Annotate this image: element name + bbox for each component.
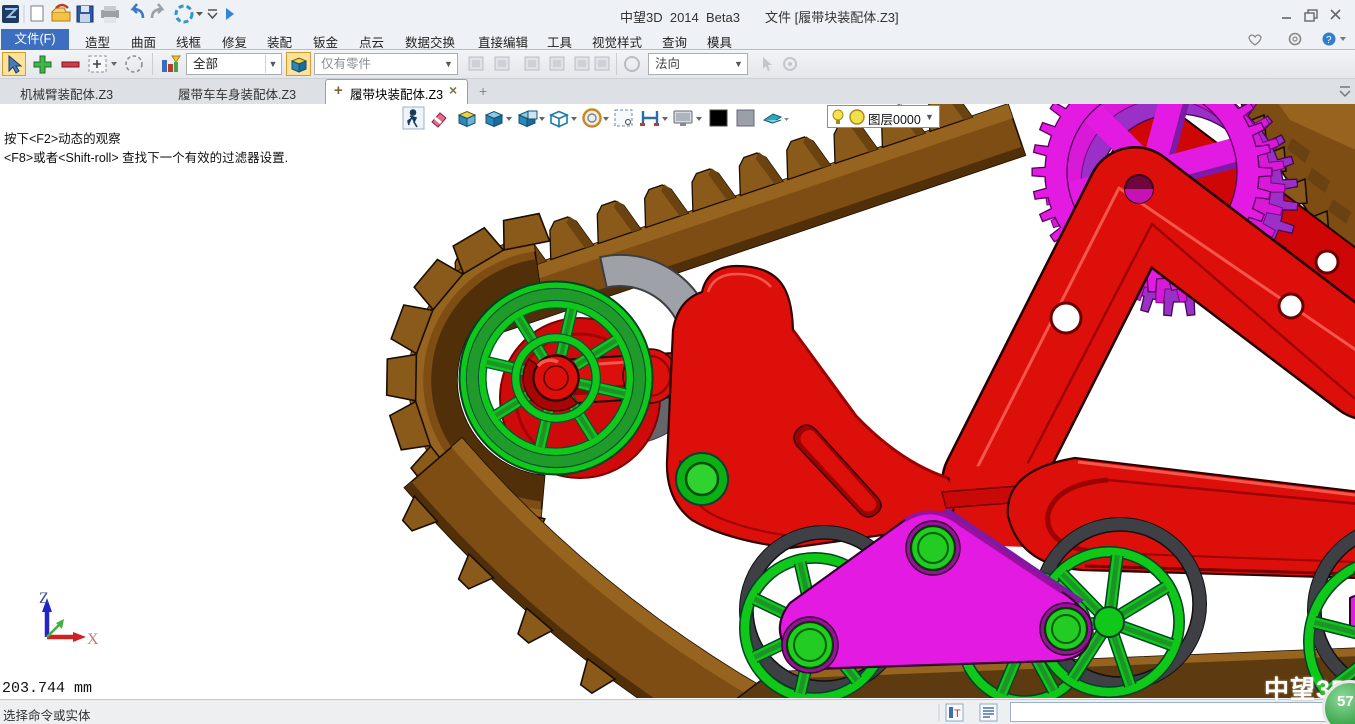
svg-text:Z: Z: [39, 590, 49, 607]
svg-text:T: T: [954, 708, 961, 720]
svg-text:?: ?: [1326, 35, 1332, 46]
svg-text:X: X: [87, 631, 99, 648]
